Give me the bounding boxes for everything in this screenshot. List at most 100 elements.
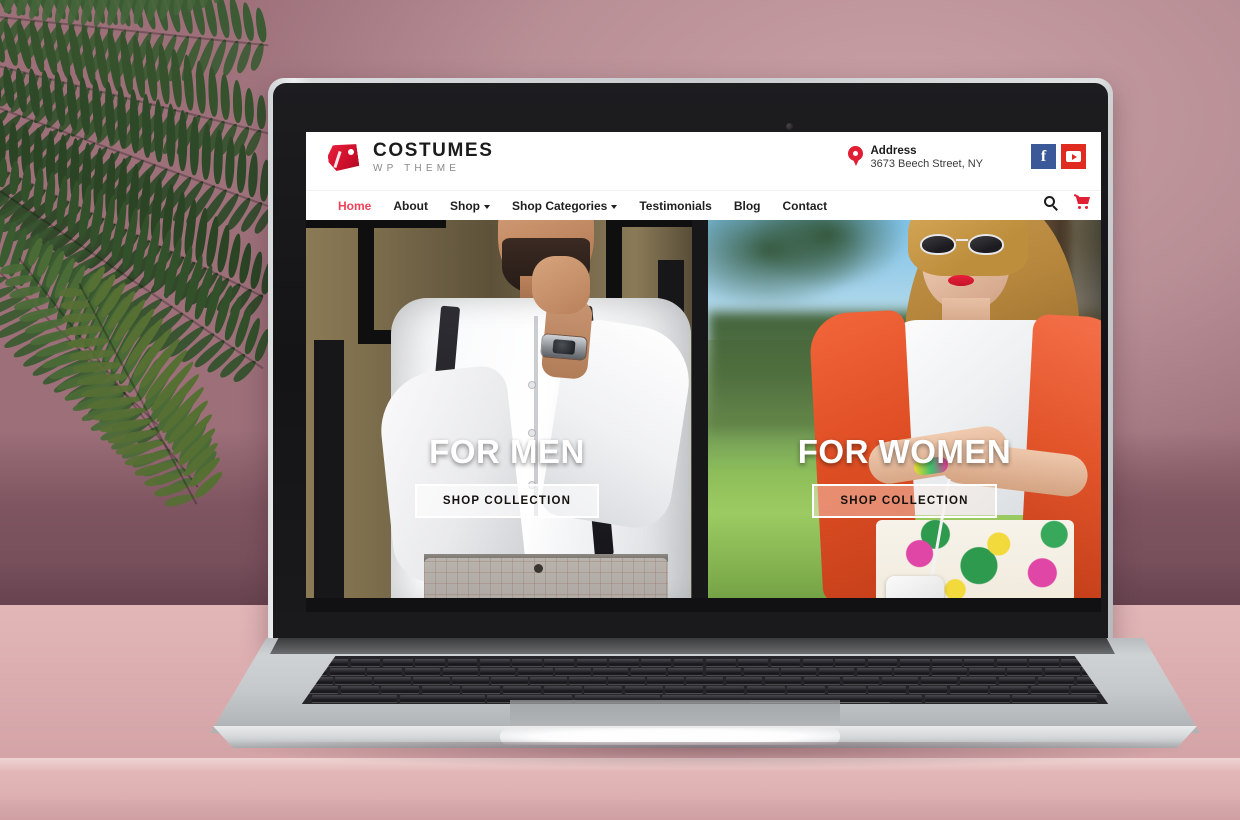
nav-item-shop[interactable]: Shop (439, 199, 501, 213)
keyboard-key[interactable] (630, 668, 666, 675)
keyboard-key[interactable] (609, 659, 639, 666)
keyboard-key[interactable] (491, 677, 528, 684)
keyboard-key[interactable] (381, 686, 420, 693)
keyboard-key[interactable] (503, 686, 542, 693)
trackpad[interactable] (510, 700, 840, 730)
keyboard-key[interactable] (480, 668, 516, 675)
keyboard-key[interactable] (335, 677, 372, 684)
keyboard-key[interactable] (996, 659, 1027, 666)
keyboard-key[interactable] (842, 677, 880, 684)
keyboard-key[interactable] (555, 668, 591, 675)
keyboard-key[interactable] (746, 686, 785, 693)
keyboard-key[interactable] (835, 659, 866, 666)
keyboard-key[interactable] (856, 668, 892, 675)
keyboard-key[interactable] (990, 686, 1029, 693)
nav-item-about[interactable]: About (382, 199, 439, 213)
nav-item-shop-categories[interactable]: Shop Categories (501, 199, 628, 213)
keyboard-key[interactable] (329, 668, 365, 675)
keyboard-key[interactable] (770, 659, 801, 666)
keyboard-key[interactable] (725, 677, 763, 684)
keyboard-key[interactable] (608, 677, 645, 684)
keyboard-key[interactable] (998, 677, 1036, 684)
keyboard-key[interactable] (818, 668, 855, 675)
nav-item-testimonials[interactable]: Testimonials (628, 199, 722, 213)
keyboard-key[interactable] (350, 659, 381, 666)
keyboard-key[interactable] (964, 659, 995, 666)
keyboard-key[interactable] (837, 695, 923, 702)
keyboard-key[interactable] (931, 668, 967, 675)
keyboard-key[interactable] (413, 677, 450, 684)
keyboard-key[interactable] (452, 677, 489, 684)
keyboard-key[interactable] (1037, 677, 1075, 684)
keyboard-key[interactable] (673, 659, 704, 666)
keyboard-key[interactable] (1044, 668, 1080, 675)
keyboard-key[interactable] (827, 686, 866, 693)
keyboard-key[interactable] (868, 686, 907, 693)
keyboard-key[interactable] (802, 659, 833, 666)
nav-item-contact[interactable]: Contact (772, 199, 839, 213)
keyboard-key[interactable] (517, 668, 553, 675)
keyboard-key[interactable] (665, 686, 704, 693)
youtube-icon[interactable] (1061, 144, 1086, 169)
nav-item-blog[interactable]: Blog (723, 199, 772, 213)
keyboard-key[interactable] (415, 659, 446, 666)
hero-panel-women[interactable]: FOR WOMEN SHOP COLLECTION (708, 220, 1101, 612)
keyboard-key[interactable] (894, 668, 930, 675)
keyboard-key[interactable] (1007, 668, 1043, 675)
keyboard-key[interactable] (867, 659, 898, 666)
keyboard-key[interactable] (932, 659, 962, 666)
keyboard-key[interactable] (706, 686, 745, 693)
keyboard-key[interactable] (787, 686, 826, 693)
keyboard-key[interactable] (569, 677, 606, 684)
facebook-icon[interactable]: f (1031, 144, 1056, 169)
keyboard-key[interactable] (641, 659, 672, 666)
keyboard-key[interactable] (1012, 695, 1098, 702)
keyboard-key[interactable] (781, 668, 817, 675)
keyboard-key[interactable] (881, 677, 919, 684)
keyboard-key[interactable] (367, 668, 403, 675)
keyboard-key[interactable] (374, 677, 411, 684)
keyboard-key[interactable] (447, 659, 478, 666)
keyboard-key[interactable] (576, 659, 607, 666)
keyboard-key[interactable] (969, 668, 1005, 675)
keyboard-key[interactable] (920, 677, 958, 684)
keyboard-key[interactable] (959, 677, 997, 684)
keyboard-key[interactable] (462, 686, 501, 693)
keyboard-key[interactable] (404, 668, 441, 675)
keyboard-key[interactable] (421, 686, 460, 693)
keyboard-key[interactable] (1029, 659, 1059, 666)
shopping-cart-icon[interactable] (1073, 194, 1091, 210)
hero-panel-men[interactable]: FOR MEN SHOP COLLECTION (306, 220, 708, 612)
keyboard-key[interactable] (949, 686, 988, 693)
keyboard[interactable] (301, 656, 1109, 704)
keyboard-key[interactable] (738, 659, 769, 666)
keyboard-key[interactable] (706, 668, 742, 675)
keyboard-key[interactable] (899, 659, 930, 666)
keyboard-key[interactable] (706, 659, 736, 666)
nav-item-home[interactable]: Home (327, 199, 382, 213)
search-icon[interactable] (1044, 195, 1058, 211)
keyboard-key[interactable] (399, 695, 485, 702)
keyboard-key[interactable] (647, 677, 684, 684)
keyboard-key[interactable] (1030, 686, 1069, 693)
keyboard-key[interactable] (530, 677, 567, 684)
keyboard-key[interactable] (584, 686, 623, 693)
keyboard-key[interactable] (764, 677, 802, 684)
keyboard-key[interactable] (544, 659, 575, 666)
keyboard-key[interactable] (924, 695, 1010, 702)
keyboard-key[interactable] (803, 677, 841, 684)
keyboard-key[interactable] (442, 668, 478, 675)
keyboard-key[interactable] (512, 659, 542, 666)
site-logo[interactable]: COSTUMES WP THEME (328, 141, 493, 174)
keyboard-key[interactable] (382, 659, 413, 666)
keyboard-key[interactable] (479, 659, 510, 666)
keyboard-key[interactable] (743, 668, 779, 675)
keyboard-key[interactable] (543, 686, 582, 693)
keyboard-key[interactable] (340, 686, 379, 693)
keyboard-key[interactable] (312, 695, 398, 702)
keyboard-key[interactable] (593, 668, 629, 675)
keyboard-key[interactable] (668, 668, 704, 675)
keyboard-key[interactable] (686, 677, 724, 684)
keyboard-key[interactable] (624, 686, 663, 693)
keyboard-key[interactable] (909, 686, 948, 693)
